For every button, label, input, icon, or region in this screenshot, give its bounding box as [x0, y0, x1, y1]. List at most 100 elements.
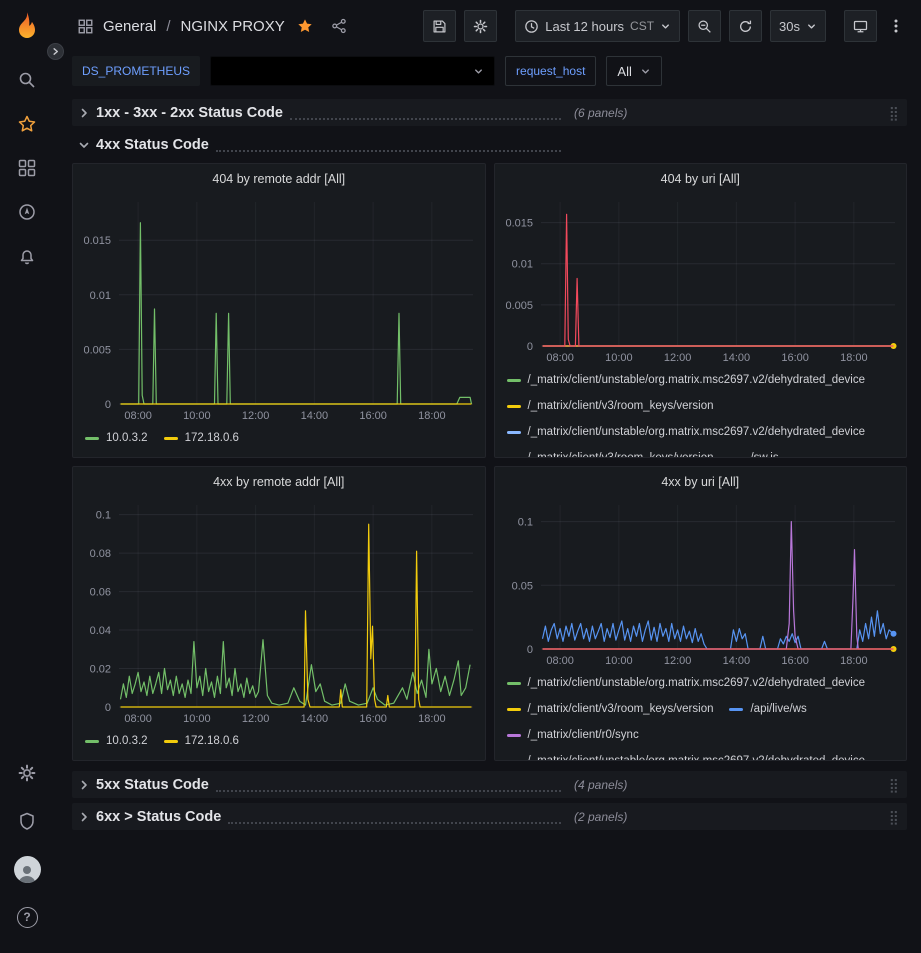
svg-text:14:00: 14:00 [301, 410, 329, 422]
legend-swatch [507, 457, 521, 458]
time-series-plot[interactable]: 00.0050.010.01508:0010:0012:0014:0016:00… [73, 194, 485, 424]
var-ds-prometheus-select[interactable] [210, 56, 495, 86]
row-5xx[interactable]: 5xx Status Code (4 panels) ⣿ [72, 771, 907, 798]
svg-text:0: 0 [105, 399, 111, 411]
row-title: 4xx Status Code [96, 137, 209, 153]
avatar [14, 856, 41, 883]
legend-item[interactable]: 172.18.0.6 [164, 428, 239, 448]
var-request-host-value: All [617, 64, 631, 79]
legend-item[interactable]: /_matrix/client/unstable/org.matrix.msc2… [507, 673, 866, 693]
legend-item[interactable]: /api/live/ws [729, 699, 806, 719]
legend-item[interactable]: /_matrix/client/unstable/org.matrix.msc2… [507, 422, 866, 442]
tv-mode-button[interactable] [844, 10, 877, 42]
save-dashboard-button[interactable] [423, 10, 456, 42]
svg-text:08:00: 08:00 [124, 713, 152, 725]
panel-4xx-by-remote-addr: 4xx by remote addr [All] 00.020.040.060.… [72, 466, 486, 761]
alerting-bell-icon[interactable] [7, 236, 47, 276]
legend-item[interactable]: /sw.js [729, 448, 778, 457]
server-admin-gear-icon[interactable] [7, 753, 47, 793]
svg-text:18:00: 18:00 [418, 410, 446, 422]
legend-swatch [164, 740, 178, 743]
legend-item[interactable]: /_matrix/client/r0/sync [507, 725, 639, 745]
share-icon[interactable] [331, 18, 347, 34]
starred-dashboards-icon[interactable] [7, 104, 47, 144]
help-icon[interactable]: ? [7, 897, 47, 937]
row-drag-handle[interactable]: ⣿ [881, 106, 907, 120]
legend-label: 172.18.0.6 [185, 735, 239, 747]
legend-item[interactable]: 10.0.3.2 [85, 731, 148, 751]
admin-shield-icon[interactable] [7, 801, 47, 841]
time-range-picker[interactable]: Last 12 hours CST [515, 10, 680, 42]
search-icon[interactable] [7, 60, 47, 100]
row-4xx[interactable]: 4xx Status Code [72, 131, 907, 158]
grafana-logo-icon[interactable] [9, 8, 45, 44]
legend-item[interactable]: /_matrix/client/unstable/org.matrix.msc2… [507, 751, 866, 760]
svg-text:14:00: 14:00 [722, 655, 750, 667]
svg-text:18:00: 18:00 [840, 655, 868, 667]
legend-swatch [507, 431, 521, 434]
svg-text:0.015: 0.015 [83, 235, 111, 247]
time-series-plot[interactable]: 00.020.040.060.080.108:0010:0012:0014:00… [73, 497, 485, 727]
time-series-plot[interactable]: 00.050.108:0010:0012:0014:0016:0018:00 [495, 497, 907, 669]
dotted-leader [216, 783, 561, 792]
sidebar-expand-button[interactable] [47, 43, 64, 60]
legend-item[interactable]: /_matrix/client/v3/room_keys/version [507, 448, 714, 457]
legend-swatch [85, 740, 99, 743]
svg-text:18:00: 18:00 [418, 713, 446, 725]
panel-title[interactable]: 4xx by remote addr [All] [73, 467, 485, 497]
legend-label: 10.0.3.2 [106, 735, 148, 747]
favorite-star-icon[interactable] [297, 18, 313, 34]
legend-item[interactable]: 10.0.3.2 [85, 428, 148, 448]
time-series-plot[interactable]: 00.0050.010.01508:0010:0012:0014:0016:00… [495, 194, 907, 366]
chevron-down-icon [640, 66, 651, 77]
user-avatar[interactable] [7, 849, 47, 889]
var-request-host-label[interactable]: request_host [505, 56, 596, 86]
panel-title[interactable]: 404 by uri [All] [495, 164, 907, 194]
svg-text:10:00: 10:00 [605, 352, 633, 364]
panel-404-by-uri: 404 by uri [All] 00.0050.010.01508:0010:… [494, 163, 908, 458]
chevron-down-icon [660, 21, 671, 32]
legend-item[interactable]: /_matrix/client/v3/room_keys/version [507, 699, 714, 719]
row-drag-handle[interactable]: ⣿ [881, 778, 907, 792]
row-6xx[interactable]: 6xx > Status Code (2 panels) ⣿ [72, 803, 907, 830]
sidebar-bottom-nav: ? [7, 749, 47, 941]
chevron-right-icon [72, 108, 96, 118]
svg-text:0.015: 0.015 [505, 218, 533, 230]
refresh-button[interactable] [729, 10, 762, 42]
dashboards-icon[interactable] [7, 148, 47, 188]
row-1xx-3xx-2xx[interactable]: 1xx - 3xx - 2xx Status Code (6 panels) ⣿ [72, 99, 907, 126]
var-request-host-select[interactable]: All [606, 56, 661, 86]
panel-title[interactable]: 4xx by uri [All] [495, 467, 907, 497]
panel-legend: 10.0.3.2 172.18.0.6 [73, 727, 485, 760]
chart-svg: 00.020.040.060.080.108:0010:0012:0014:00… [73, 497, 485, 727]
clock-icon [524, 19, 539, 34]
row-drag-handle[interactable]: ⣿ [881, 810, 907, 824]
dotted-leader [216, 143, 561, 152]
zoom-out-button[interactable] [688, 10, 721, 42]
panel-legend: 10.0.3.2 172.18.0.6 [73, 424, 485, 457]
kebab-menu-icon[interactable] [885, 10, 907, 42]
svg-text:0: 0 [526, 341, 532, 353]
topbar-actions: Last 12 hours CST 30s [423, 10, 907, 42]
legend-swatch [507, 760, 521, 761]
panel-title[interactable]: 404 by remote addr [All] [73, 164, 485, 194]
legend-item[interactable]: /_matrix/client/v3/room_keys/version [507, 396, 714, 416]
breadcrumb-separator: / [166, 18, 170, 35]
breadcrumb-dashboard-title[interactable]: NGINX PROXY [181, 18, 285, 35]
refresh-interval-picker[interactable]: 30s [770, 10, 826, 42]
svg-text:10:00: 10:00 [183, 713, 211, 725]
legend-item[interactable]: /_matrix/client/unstable/org.matrix.msc2… [507, 370, 866, 390]
dotted-leader [228, 815, 561, 824]
legend-item[interactable]: 172.18.0.6 [164, 731, 239, 751]
var-ds-prometheus-label[interactable]: DS_PROMETHEUS [72, 56, 200, 86]
row-title: 1xx - 3xx - 2xx Status Code [96, 105, 283, 121]
svg-text:16:00: 16:00 [359, 713, 387, 725]
breadcrumb-section[interactable]: General [103, 18, 156, 35]
dashboard-settings-button[interactable] [464, 10, 497, 42]
chevron-down-icon [79, 133, 89, 157]
explore-compass-icon[interactable] [7, 192, 47, 232]
svg-text:10:00: 10:00 [183, 410, 211, 422]
legend-swatch [164, 437, 178, 440]
timezone-label: CST [630, 19, 654, 33]
svg-text:0.005: 0.005 [505, 300, 533, 312]
